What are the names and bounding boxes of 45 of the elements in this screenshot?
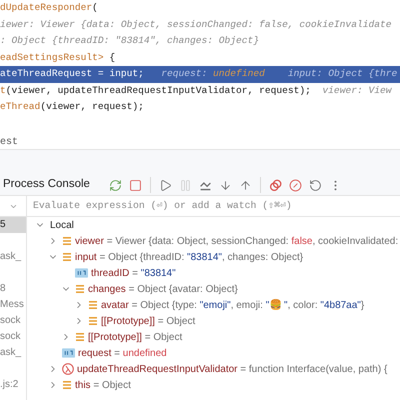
object-icon xyxy=(75,284,85,294)
variable-entry[interactable]: this = Object xyxy=(75,378,131,392)
frame-item[interactable]: Mess xyxy=(0,297,24,313)
breakpoints-icon[interactable] xyxy=(268,178,282,192)
object-icon xyxy=(88,316,98,326)
code-line: : Object {threadID: "83814", changes: Object} xyxy=(0,34,260,48)
variable-entry[interactable]: threadID = "83814" xyxy=(91,266,176,280)
frame-item[interactable]: .js:2 xyxy=(0,377,18,393)
lambda-icon xyxy=(62,363,74,375)
rerun-icon[interactable] xyxy=(108,178,122,192)
object-icon xyxy=(62,252,72,262)
resume-icon[interactable] xyxy=(158,178,172,192)
code-line: t(viewer, updateThreadRequestInputValidator, request); viewer: View xyxy=(0,84,393,98)
frame-item[interactable]: sock xyxy=(0,329,21,345)
primitive-icon xyxy=(75,268,88,278)
primitive-icon xyxy=(62,348,75,358)
object-icon xyxy=(88,300,98,310)
frame-item[interactable]: sock xyxy=(0,313,21,329)
stop-icon[interactable] xyxy=(128,178,142,192)
code-line: eThread(viewer, request); xyxy=(0,100,145,114)
variable-entry[interactable]: changes = Object {avatar: Object} xyxy=(88,282,238,296)
step-into-icon[interactable] xyxy=(218,178,232,192)
reset-frame-icon[interactable] xyxy=(308,178,322,192)
evaluate-field[interactable]: Evaluate expression (⏎) or add a watch (⇧⌘⏎) xyxy=(33,198,400,214)
variable-entry[interactable]: updateThreadRequestInputValidator = function Interface(value, path) { xyxy=(77,362,388,376)
scope-label: Local xyxy=(50,218,74,232)
object-icon xyxy=(62,236,72,246)
code-line: eadSettingsResult> { xyxy=(0,50,116,64)
code-line: dUpdateResponder( xyxy=(0,1,99,15)
variable-entry[interactable]: [[Prototype]] = Object xyxy=(88,330,182,344)
editor-tab[interactable]: est xyxy=(0,137,18,149)
variable-entry[interactable]: request = undefined xyxy=(78,346,167,360)
variable-entry[interactable]: viewer = Viewer {data: Object, sessionChanged: false, cookieInvalidated: xyxy=(75,234,398,248)
variable-entry[interactable]: [[Prototype]] = Object xyxy=(101,314,196,328)
mute-breakpoints-icon[interactable] xyxy=(288,178,302,192)
frame-item[interactable]: 8 xyxy=(0,281,6,297)
code-line: iewer: Viewer {data: Object, sessionChanged: false, cookieInvalidate xyxy=(0,18,392,32)
frame-item[interactable]: ask_ xyxy=(0,249,22,265)
variable-entry[interactable]: input = Object {threadID: "83814", changes: Object} xyxy=(75,250,304,264)
process-console-tab[interactable]: Process Console xyxy=(3,176,90,194)
variable-entry[interactable]: avatar = Object {type: "emoji", emoji: "🍔 ", color: "4b87aa"} xyxy=(101,298,364,312)
object-icon xyxy=(62,380,72,390)
frame-item[interactable]: ask_ xyxy=(0,345,22,361)
step-out-icon[interactable] xyxy=(238,178,252,192)
object-icon xyxy=(75,332,85,342)
